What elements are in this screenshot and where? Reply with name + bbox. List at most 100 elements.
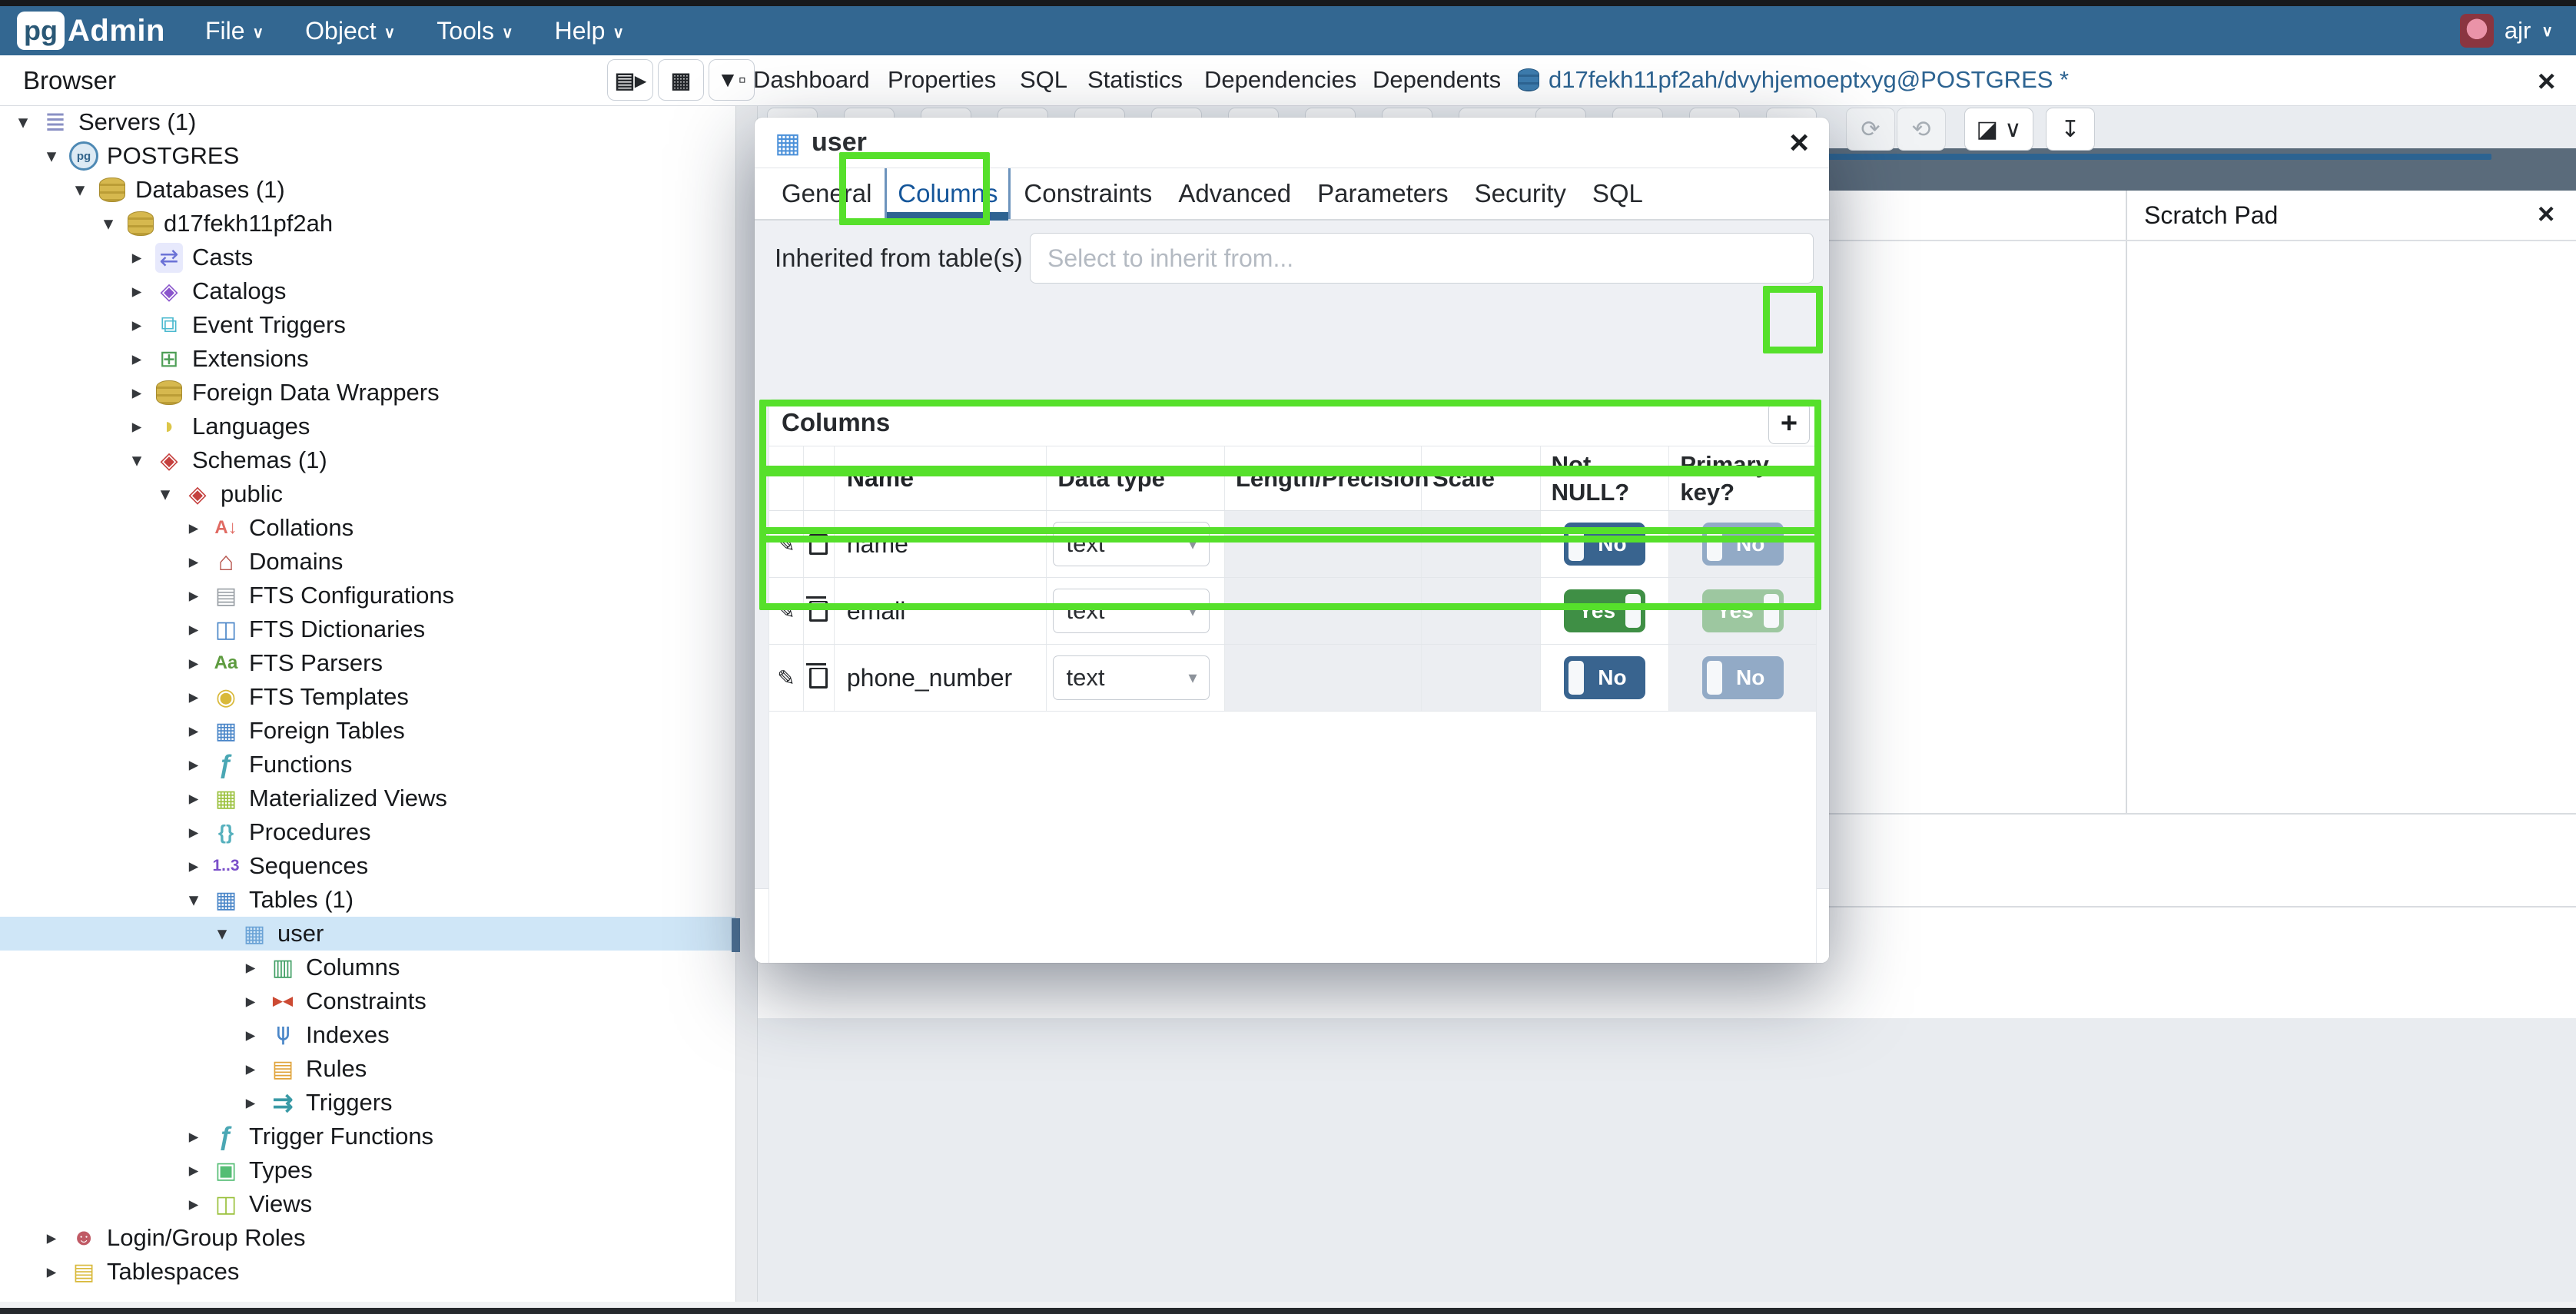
tab-d17fekh11pf2ah[interactable]: d17fekh11pf2ah/dvyhjemoeptxyg@POSTGRES *	[1518, 55, 2069, 105]
chevron-collapsed-icon[interactable]: ▸	[181, 1159, 206, 1182]
menu-file[interactable]: File∨	[205, 17, 264, 45]
chevron-collapsed-icon[interactable]: ▸	[181, 618, 206, 641]
chevron-collapsed-icon[interactable]: ▸	[238, 1024, 263, 1047]
tab-properties[interactable]: Properties	[888, 55, 996, 105]
tree-item-foreign-tables[interactable]: ▸▦Foreign Tables	[0, 714, 735, 748]
tree-item-catalogs[interactable]: ▸◈Catalogs	[0, 274, 735, 308]
user-menu[interactable]: ajr ∨	[2460, 14, 2553, 48]
download-button[interactable]: ↧	[2046, 108, 2095, 151]
clear-query-button[interactable]: ◪ ∨	[1964, 108, 2033, 151]
tree-item-fts-dictionaries[interactable]: ▸◫FTS Dictionaries	[0, 612, 735, 646]
tree-item-event-triggers[interactable]: ▸⧉Event Triggers	[0, 308, 735, 342]
close-icon[interactable]: ×	[2538, 65, 2555, 99]
chevron-collapsed-icon[interactable]: ▸	[181, 753, 206, 776]
tree-item-postgres[interactable]: ▾pgPOSTGRES	[0, 139, 735, 173]
tab-dashboard[interactable]: Dashboard	[753, 55, 870, 105]
chevron-expanded-icon[interactable]: ▾	[11, 111, 35, 134]
tree-item-login-group-roles[interactable]: ▸☻Login/Group Roles	[0, 1221, 735, 1255]
chevron-collapsed-icon[interactable]: ▸	[181, 821, 206, 844]
cell-column-name[interactable]: phone_number	[835, 645, 1047, 711]
chevron-collapsed-icon[interactable]: ▸	[181, 550, 206, 573]
inherited-from-input[interactable]	[1030, 233, 1814, 284]
tab-dependents[interactable]: Dependents	[1373, 55, 1501, 105]
chevron-collapsed-icon[interactable]: ▸	[181, 719, 206, 742]
chevron-collapsed-icon[interactable]: ▸	[124, 246, 149, 269]
tree-item-fts-parsers[interactable]: ▸AaFTS Parsers	[0, 646, 735, 680]
chevron-expanded-icon[interactable]: ▾	[68, 178, 92, 201]
dialog-tab-sql[interactable]: SQL	[1579, 168, 1656, 219]
tree-item-sequences[interactable]: ▸1..3Sequences	[0, 849, 735, 883]
tree-item-foreign-data-wrappers[interactable]: ▸Foreign Data Wrappers	[0, 376, 735, 410]
tree-item-servers-1[interactable]: ▾≣Servers (1)	[0, 105, 735, 139]
tree-item-d17fekh11pf2ah[interactable]: ▾d17fekh11pf2ah	[0, 207, 735, 241]
dialog-tab-advanced[interactable]: Advanced	[1165, 168, 1304, 219]
tree-item-fts-templates[interactable]: ▸◉FTS Templates	[0, 680, 735, 714]
chevron-collapsed-icon[interactable]: ▸	[238, 956, 263, 979]
chevron-collapsed-icon[interactable]: ▸	[181, 854, 206, 878]
chevron-collapsed-icon[interactable]: ▸	[181, 516, 206, 539]
tree-item-tables-1[interactable]: ▾▦Tables (1)	[0, 883, 735, 917]
tree-item-rules[interactable]: ▸▤Rules	[0, 1052, 735, 1086]
tree-item-trigger-functions[interactable]: ▸ƒTrigger Functions	[0, 1120, 735, 1153]
dialog-tab-constraints[interactable]: Constraints	[1011, 168, 1165, 219]
chevron-collapsed-icon[interactable]: ▸	[124, 347, 149, 370]
chevron-collapsed-icon[interactable]: ▸	[181, 1125, 206, 1148]
chevron-collapsed-icon[interactable]: ▸	[238, 1091, 263, 1114]
chevron-expanded-icon[interactable]: ▾	[124, 449, 149, 472]
chevron-collapsed-icon[interactable]: ▸	[124, 280, 149, 303]
data-type-select[interactable]: text▾	[1053, 655, 1210, 700]
menu-object[interactable]: Object∨	[305, 17, 395, 45]
chevron-collapsed-icon[interactable]: ▸	[39, 1226, 64, 1249]
workspace-splitter[interactable]	[2126, 191, 2127, 813]
chevron-collapsed-icon[interactable]: ▸	[124, 314, 149, 337]
chevron-collapsed-icon[interactable]: ▸	[181, 652, 206, 675]
dialog-tab-security[interactable]: Security	[1462, 168, 1579, 219]
tree-item-fts-configurations[interactable]: ▸▤FTS Configurations	[0, 579, 735, 612]
tree-item-functions[interactable]: ▸ƒFunctions	[0, 748, 735, 781]
tree-item-procedures[interactable]: ▸{}Procedures	[0, 815, 735, 849]
tab-sql[interactable]: SQL	[1020, 55, 1067, 105]
tree-item-casts[interactable]: ▸⇄Casts	[0, 241, 735, 274]
tree-item-tablespaces[interactable]: ▸▤Tablespaces	[0, 1255, 735, 1289]
tree-item-triggers[interactable]: ▸⇉Triggers	[0, 1086, 735, 1120]
tree-item-domains[interactable]: ▸⌂Domains	[0, 545, 735, 579]
menu-help[interactable]: Help∨	[555, 17, 624, 45]
tree-item-user[interactable]: ▾▦user	[0, 917, 735, 951]
tree-item-databases-1[interactable]: ▾Databases (1)	[0, 173, 735, 207]
menu-tools[interactable]: Tools∨	[437, 17, 513, 45]
chevron-collapsed-icon[interactable]: ▸	[181, 1193, 206, 1216]
chevron-expanded-icon[interactable]: ▾	[181, 888, 206, 911]
dialog-tab-parameters[interactable]: Parameters	[1304, 168, 1462, 219]
chevron-collapsed-icon[interactable]: ▸	[39, 1260, 64, 1283]
primary-key-toggle[interactable]: No	[1702, 656, 1784, 699]
tree-item-indexes[interactable]: ▸⋔Indexes	[0, 1018, 735, 1052]
not-null-toggle[interactable]: No	[1564, 656, 1645, 699]
filtered-rows-button[interactable]: ▼▫	[709, 59, 755, 101]
tree-item-materialized-views[interactable]: ▸▦Materialized Views	[0, 781, 735, 815]
chevron-expanded-icon[interactable]: ▾	[96, 212, 121, 235]
chevron-expanded-icon[interactable]: ▾	[153, 483, 178, 506]
tree-item-collations[interactable]: ▸A↓Collations	[0, 511, 735, 545]
tree-item-types[interactable]: ▸▣Types	[0, 1153, 735, 1187]
chevron-collapsed-icon[interactable]: ▸	[124, 415, 149, 438]
chevron-collapsed-icon[interactable]: ▸	[181, 787, 206, 810]
tree-item-public[interactable]: ▾◈public	[0, 477, 735, 511]
tree-item-languages[interactable]: ▸◗Languages	[0, 410, 735, 443]
chevron-collapsed-icon[interactable]: ▸	[124, 381, 149, 404]
chevron-collapsed-icon[interactable]: ▸	[181, 584, 206, 607]
chevron-collapsed-icon[interactable]: ▸	[238, 1057, 263, 1080]
tree-item-constraints[interactable]: ▸▶◀Constraints	[0, 984, 735, 1018]
close-icon[interactable]: ×	[2538, 198, 2554, 231]
tab-statistics[interactable]: Statistics	[1087, 55, 1183, 105]
chevron-collapsed-icon[interactable]: ▸	[238, 990, 263, 1013]
chevron-collapsed-icon[interactable]: ▸	[181, 685, 206, 708]
tree-item-views[interactable]: ▸◫Views	[0, 1187, 735, 1221]
close-icon[interactable]: ×	[1789, 124, 1809, 162]
chevron-expanded-icon[interactable]: ▾	[39, 144, 64, 168]
tab-dependencies[interactable]: Dependencies	[1204, 55, 1356, 105]
tree-item-schemas-1[interactable]: ▾◈Schemas (1)	[0, 443, 735, 477]
edit-row-icon[interactable]: ✎	[777, 665, 795, 691]
query-tool-button[interactable]: ▤▸	[607, 59, 653, 101]
chevron-expanded-icon[interactable]: ▾	[210, 922, 234, 945]
tree-item-extensions[interactable]: ▸⊞Extensions	[0, 342, 735, 376]
